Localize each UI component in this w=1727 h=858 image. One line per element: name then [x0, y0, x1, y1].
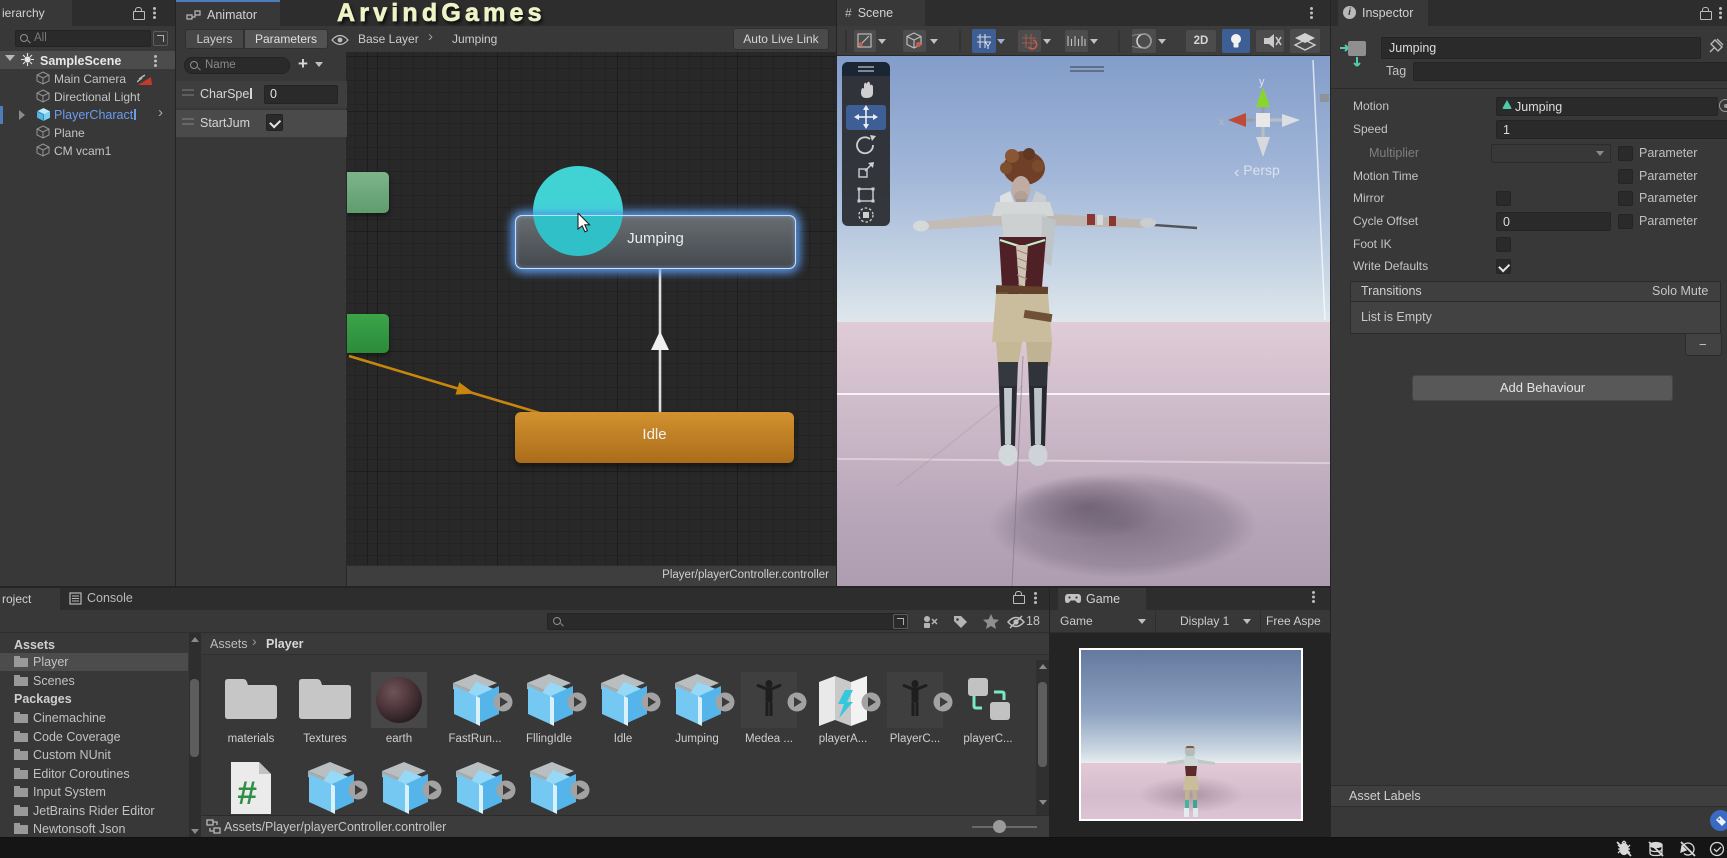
svg-text:x: x: [1219, 117, 1224, 128]
svg-text:#: #: [237, 777, 257, 815]
svg-text:y: y: [1259, 76, 1265, 88]
svg-text:Y: Y: [985, 41, 991, 51]
